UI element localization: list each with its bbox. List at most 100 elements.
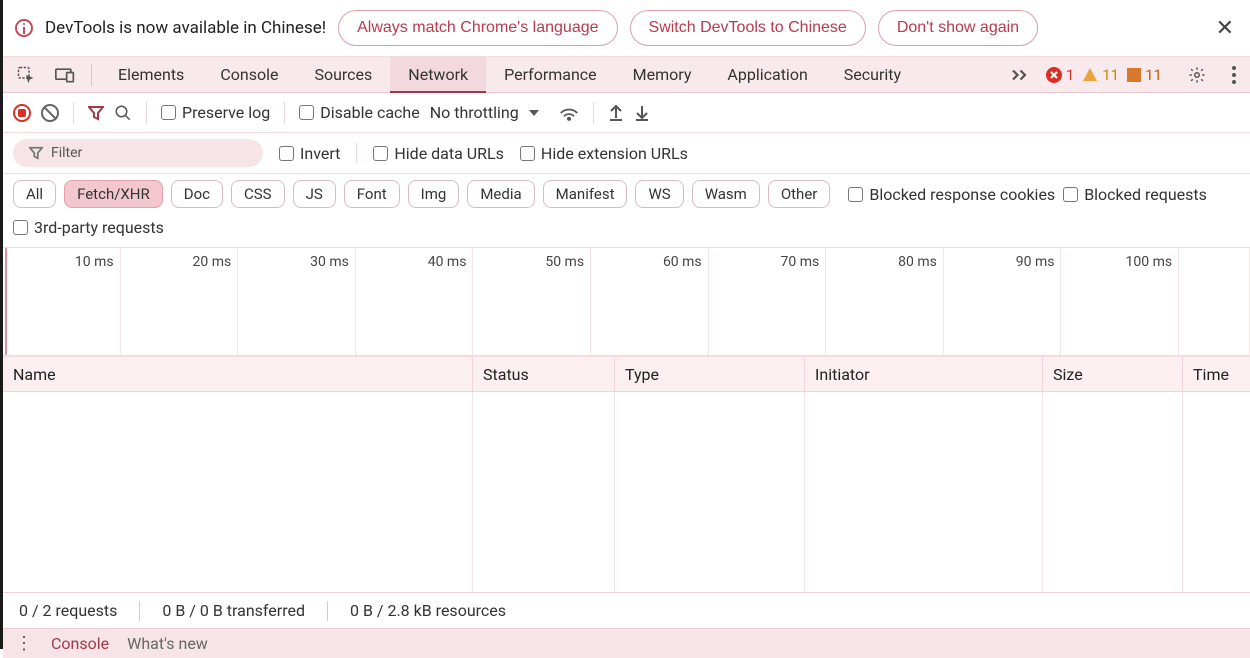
timeline-tick-label: 60 ms — [663, 254, 702, 270]
chevron-down-icon — [529, 110, 539, 116]
warnings-count: 11 — [1102, 66, 1119, 84]
timeline-tick-label: 70 ms — [781, 254, 820, 270]
chip-doc[interactable]: Doc — [171, 180, 223, 208]
col-header-name[interactable]: Name — [3, 357, 473, 391]
tab-performance[interactable]: Performance — [486, 57, 615, 92]
inspect-element-icon[interactable] — [9, 60, 43, 90]
timeline-tick-label: 30 ms — [310, 254, 349, 270]
invert-checkbox[interactable]: Invert — [279, 144, 340, 163]
filter-placeholder: Filter — [51, 145, 82, 161]
separator — [91, 64, 92, 86]
timeline-tick-label: 40 ms — [428, 254, 467, 270]
chip-manifest[interactable]: Manifest — [543, 180, 628, 208]
filter-input[interactable]: Filter — [13, 139, 263, 167]
blocked-requests-checkbox[interactable]: Blocked requests — [1063, 185, 1207, 204]
drawer-tab-console[interactable]: Console — [51, 634, 109, 653]
panel-tabs: Elements Console Sources Network Perform… — [100, 57, 919, 92]
tab-elements[interactable]: Elements — [100, 57, 202, 92]
timeline-tick: 80 ms — [826, 248, 944, 355]
preserve-log-checkbox[interactable]: Preserve log — [161, 103, 270, 122]
drawer-tab-whats-new[interactable]: What's new — [127, 634, 208, 653]
hide-extension-urls-checkbox[interactable]: Hide extension URLs — [520, 144, 688, 163]
issue-badges[interactable]: 1 11 11 — [1046, 66, 1162, 84]
throttling-select[interactable]: No throttling — [430, 103, 539, 122]
more-tabs-icon[interactable] — [1002, 62, 1036, 88]
separator — [284, 102, 285, 124]
timeline-tick-label: 50 ms — [545, 254, 584, 270]
filter-toggle-icon[interactable] — [88, 105, 104, 121]
timeline-tick-label: 100 ms — [1126, 254, 1173, 270]
status-bar: 0 / 2 requests 0 B / 0 B transferred 0 B… — [3, 592, 1250, 628]
chip-ws[interactable]: WS — [635, 180, 683, 208]
timeline-tick-label: 20 ms — [193, 254, 232, 270]
filter-row: Filter Invert Hide data URLs Hide extens… — [3, 133, 1250, 174]
dont-show-again-button[interactable]: Don't show again — [878, 10, 1038, 46]
timeline-tick: 40 ms — [356, 248, 474, 355]
timeline-tick-label: 10 ms — [75, 254, 114, 270]
drawer-tab-bar: ⋮ Console What's new — [3, 628, 1250, 658]
language-info-bar: DevTools is now available in Chinese! Al… — [3, 0, 1250, 57]
col-header-initiator[interactable]: Initiator — [805, 357, 1043, 391]
request-table-header: Name Status Type Initiator Size Time — [3, 356, 1250, 392]
col-header-size[interactable]: Size — [1043, 357, 1183, 391]
separator — [356, 143, 357, 163]
chip-wasm[interactable]: Wasm — [692, 180, 760, 208]
chip-css[interactable]: CSS — [231, 180, 285, 208]
chip-font[interactable]: Font — [344, 180, 400, 208]
col-header-time[interactable]: Time — [1183, 357, 1250, 391]
timeline-tick: 90 ms — [944, 248, 1062, 355]
errors-count: 1 — [1066, 66, 1074, 84]
tab-application[interactable]: Application — [709, 57, 825, 92]
timeline-tick: 100 ms — [1061, 248, 1179, 355]
device-toolbar-icon[interactable] — [47, 61, 83, 89]
separator — [146, 102, 147, 124]
timeline-tick: 50 ms — [473, 248, 591, 355]
col-header-type[interactable]: Type — [615, 357, 805, 391]
tab-memory[interactable]: Memory — [615, 57, 710, 92]
request-table-body — [3, 392, 1250, 592]
status-resources: 0 B / 2.8 kB resources — [350, 601, 506, 620]
third-party-requests-checkbox[interactable]: 3rd-party requests — [13, 218, 164, 237]
separator — [139, 601, 140, 621]
issues-badge: 11 — [1127, 66, 1162, 84]
always-match-language-button[interactable]: Always match Chrome's language — [338, 10, 617, 46]
kebab-menu-icon[interactable] — [1224, 60, 1244, 90]
chip-img[interactable]: Img — [408, 180, 460, 208]
chip-media[interactable]: Media — [467, 180, 534, 208]
network-toolbar: Preserve log Disable cache No throttling — [3, 93, 1250, 133]
errors-badge: 1 — [1046, 66, 1074, 84]
disable-cache-checkbox[interactable]: Disable cache — [299, 103, 419, 122]
chip-js[interactable]: JS — [293, 180, 336, 208]
chip-all[interactable]: All — [13, 180, 56, 208]
separator — [327, 601, 328, 621]
blocked-response-cookies-checkbox[interactable]: Blocked response cookies — [848, 185, 1055, 204]
tab-network[interactable]: Network — [390, 57, 486, 92]
import-har-icon[interactable] — [608, 104, 624, 122]
col-header-status[interactable]: Status — [473, 357, 615, 391]
timeline-tick-label: 90 ms — [1016, 254, 1055, 270]
network-conditions-icon[interactable] — [559, 105, 579, 121]
tab-sources[interactable]: Sources — [296, 57, 390, 92]
search-icon[interactable] — [114, 104, 132, 122]
timeline-overview[interactable]: 10 ms 20 ms 30 ms 40 ms 50 ms 60 ms 70 ms 80 ms… — [3, 248, 1250, 356]
close-icon[interactable]: ✕ — [1212, 16, 1238, 41]
chip-other[interactable]: Other — [768, 180, 831, 208]
main-tab-bar: Elements Console Sources Network Perform… — [3, 57, 1250, 93]
status-transferred: 0 B / 0 B transferred — [162, 601, 305, 620]
timeline-tick: 60 ms — [591, 248, 709, 355]
drawer-kebab-icon[interactable]: ⋮ — [15, 633, 33, 654]
tab-console[interactable]: Console — [202, 57, 296, 92]
switch-language-button[interactable]: Switch DevTools to Chinese — [630, 10, 866, 46]
info-message: DevTools is now available in Chinese! — [45, 18, 326, 38]
timeline-tick: 70 ms — [709, 248, 827, 355]
info-icon — [15, 19, 33, 37]
export-har-icon[interactable] — [634, 104, 650, 122]
third-party-row: 3rd-party requests — [3, 214, 1250, 248]
hide-data-urls-checkbox[interactable]: Hide data URLs — [373, 144, 504, 163]
record-button[interactable] — [13, 104, 31, 122]
warnings-badge: 11 — [1082, 66, 1119, 84]
chip-fetch-xhr[interactable]: Fetch/XHR — [64, 180, 163, 208]
tab-security[interactable]: Security — [826, 57, 919, 92]
settings-icon[interactable] — [1180, 60, 1214, 90]
clear-button[interactable] — [41, 104, 59, 122]
